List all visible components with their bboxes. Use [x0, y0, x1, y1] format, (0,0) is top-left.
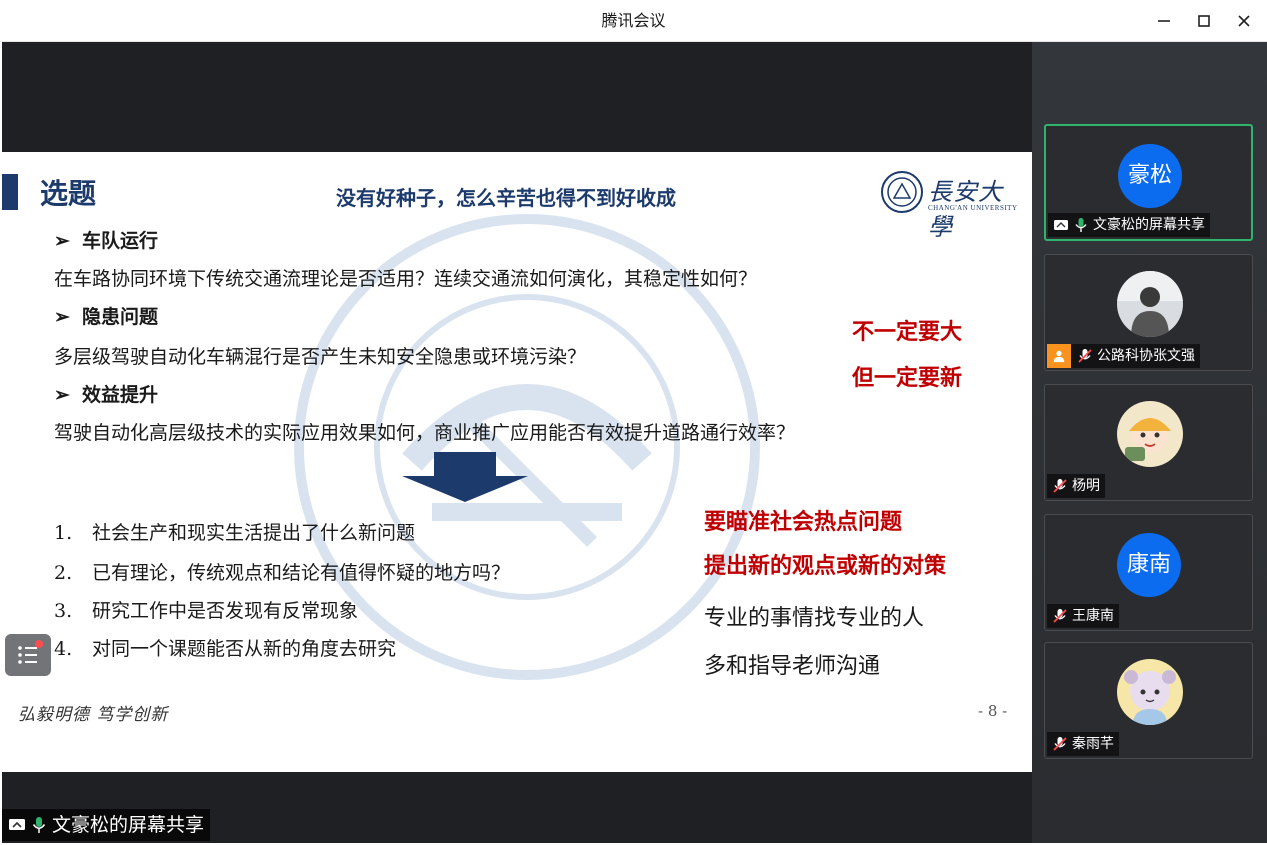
bullet-heading: ➢ 效益提升 — [54, 384, 159, 406]
floating-menu-button[interactable] — [5, 634, 51, 676]
microphone-muted-icon — [1053, 609, 1067, 623]
microphone-muted-icon — [1053, 737, 1067, 751]
avatar: 康南 — [1117, 533, 1181, 597]
red-note: 但一定要新 — [852, 365, 963, 391]
bullet-heading: ➢ 隐患问题 — [54, 306, 159, 328]
numbered-item: 2. 已有理论，传统观点和结论有值得怀疑的地方吗？ — [54, 562, 511, 584]
participant-label: 王康南 — [1047, 604, 1119, 628]
red-note: 提出新的观点或新的对策 — [704, 553, 947, 579]
numbered-item: 4. 对同一个课题能否从新的角度去研究 — [54, 638, 397, 660]
participant-label: 文豪松的屏幕共享 — [1048, 213, 1210, 237]
university-seal-icon — [881, 171, 923, 213]
participant-tile[interactable]: 豪松 文豪松的屏幕共享 — [1044, 124, 1253, 241]
bullet-heading: ➢ 车队运行 — [54, 230, 159, 252]
avatar: 豪松 — [1118, 144, 1182, 208]
numbered-item: 3. 研究工作中是否发现有反常现象 — [54, 600, 359, 622]
slide-page-number: - 8 - — [978, 702, 1008, 720]
avatar — [1117, 401, 1183, 467]
participant-tile[interactable]: 秦雨芊 — [1044, 642, 1253, 759]
bullet-text: 在车路协同环境下传统交通流理论是否适用？连续交通流如何演化，其稳定性如何？ — [54, 268, 758, 290]
maximize-icon — [1198, 15, 1210, 27]
red-note: 要瞄准社会热点问题 — [704, 509, 903, 535]
screen-share-text: 文豪松的屏幕共享 — [52, 814, 205, 836]
bullet-arrow-icon: ➢ — [54, 384, 70, 406]
slide-motto: 弘毅明德 笃学创新 — [18, 705, 169, 725]
minimize-icon — [1158, 20, 1170, 22]
notification-dot — [35, 640, 43, 648]
slide-title: 选题 — [40, 177, 97, 210]
microphone-muted-icon — [1053, 479, 1067, 493]
close-icon — [1238, 15, 1250, 27]
participant-tile[interactable]: 康南 王康南 — [1044, 514, 1253, 631]
slide-subtitle: 没有好种子，怎么辛苦也得不到好收成 — [336, 186, 676, 210]
maximize-button[interactable] — [1192, 9, 1216, 33]
window-title: 腾讯会议 — [601, 11, 666, 30]
black-note: 多和指导老师沟通 — [704, 654, 881, 679]
bullet-text: 驾驶自动化高层级技术的实际应用效果如何，商业推广应用能否有效提升道路通行效率？ — [54, 422, 796, 444]
logo-english: CHANG'AN UNIVERSITY — [928, 204, 1018, 212]
microphone-icon — [1075, 218, 1087, 232]
title-accent-bar — [2, 174, 18, 210]
black-note: 专业的事情找专业的人 — [704, 606, 925, 631]
screen-share-icon — [1054, 220, 1068, 230]
title-bar: 腾讯会议 — [0, 0, 1267, 42]
participant-label: 秦雨芊 — [1047, 732, 1119, 756]
screen-share-label: 文豪松的屏幕共享 — [2, 809, 211, 841]
avatar — [1117, 271, 1183, 337]
participant-tile[interactable]: 杨明 — [1044, 384, 1253, 501]
participant-label: 公路科协张文强 — [1047, 344, 1200, 368]
bullet-arrow-icon: ➢ — [54, 306, 70, 328]
list-icon — [18, 646, 37, 664]
screen-share-icon — [9, 819, 25, 830]
user-badge-icon — [1047, 344, 1071, 368]
close-button[interactable] — [1232, 9, 1256, 33]
minimize-button[interactable] — [1152, 9, 1176, 33]
university-logo: 長安大學 CHANG'AN UNIVERSITY — [880, 170, 1020, 241]
bullet-arrow-icon: ➢ — [54, 230, 70, 252]
presentation-slide: 选题 没有好种子，怎么辛苦也得不到好收成 長安大學 CHANG'AN UNIVE… — [2, 152, 1032, 772]
microphone-icon — [32, 817, 46, 833]
microphone-muted-icon — [1078, 349, 1092, 363]
participants-panel: 豪松 文豪松的屏幕共享 公路科协张文强 杨明 康南 王康南 秦雨芊 — [1032, 42, 1267, 843]
shared-screen: 选题 没有好种子，怎么辛苦也得不到好收成 長安大學 CHANG'AN UNIVE… — [2, 42, 1032, 843]
numbered-item: 1. 社会生产和现实生活提出了什么新问题 — [54, 522, 416, 544]
red-note: 不一定要大 — [852, 319, 963, 345]
down-arrow-icon — [402, 452, 528, 502]
bullet-text: 多层级驾驶自动化车辆混行是否产生未知安全隐患或环境污染？ — [54, 346, 587, 368]
participant-label: 杨明 — [1047, 474, 1105, 498]
participant-tile[interactable]: 公路科协张文强 — [1044, 254, 1253, 371]
avatar — [1117, 659, 1183, 725]
